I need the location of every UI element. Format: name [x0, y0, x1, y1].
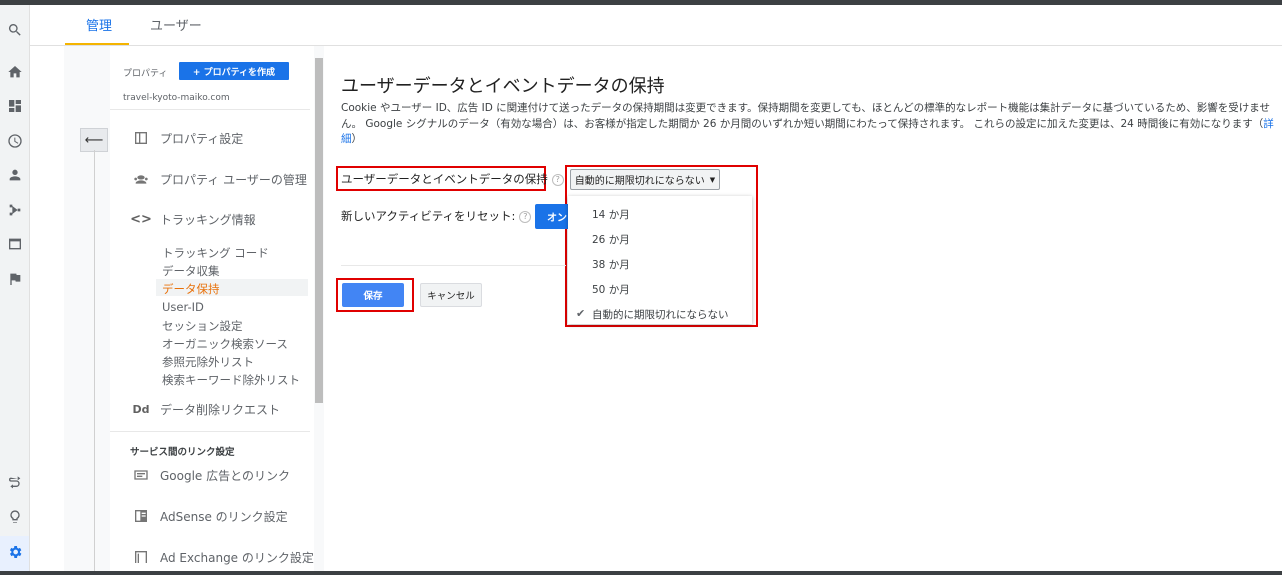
- behavior-icon[interactable]: [5, 234, 25, 254]
- data-deletion-icon: Dd: [132, 402, 150, 416]
- tab-users[interactable]: ユーザー: [150, 15, 202, 34]
- nav-divider: [94, 150, 95, 571]
- nav-data-deletion[interactable]: Dd データ削除リクエスト: [132, 400, 280, 418]
- retention-dropdown-value: 自動的に期限切れにならない: [574, 176, 705, 187]
- subnav-data-retention[interactable]: データ保持: [162, 281, 220, 297]
- subnav-data-collection[interactable]: データ収集: [162, 263, 220, 279]
- nav-item-label: Google 広告とのリンク: [160, 468, 291, 483]
- save-button[interactable]: 保存: [342, 283, 404, 307]
- property-label: プロパティ: [123, 69, 168, 79]
- nav-tracking-info[interactable]: <> トラッキング情報: [130, 210, 256, 228]
- option-never-expire[interactable]: 自動的に期限切れにならない: [592, 307, 729, 322]
- divider: [341, 265, 566, 266]
- search-icon[interactable]: [5, 20, 25, 40]
- bottom-bar: [0, 571, 1282, 575]
- lightbulb-icon[interactable]: [5, 507, 25, 527]
- nav-item-label: AdSense のリンク設定: [160, 509, 288, 524]
- help-icon[interactable]: ?: [519, 210, 532, 223]
- subnav-user-id[interactable]: User-ID: [162, 300, 204, 314]
- nav-property-user-management[interactable]: プロパティ ユーザーの管理: [132, 170, 307, 188]
- nav-item-label: Ad Exchange のリンク設定: [160, 550, 314, 565]
- property-nav-panel: [110, 46, 314, 571]
- create-property-button[interactable]: + プロパティを作成: [179, 62, 289, 80]
- customization-icon[interactable]: [5, 96, 25, 116]
- section-header: サービス間のリンク設定: [130, 447, 235, 458]
- retention-dropdown[interactable]: 自動的に期限切れにならない ▼: [570, 169, 720, 190]
- cancel-button[interactable]: キャンセル: [420, 283, 482, 307]
- reset-label-text: 新しいアクティビティをリセット:: [341, 209, 516, 223]
- caret-down-icon: ▼: [709, 175, 716, 184]
- ad-exchange-link-icon: [132, 548, 150, 566]
- nav-ad-exchange-link[interactable]: Ad Exchange のリンク設定: [132, 548, 314, 566]
- group-icon: [132, 170, 150, 188]
- nav-google-ads-link[interactable]: Google 広告とのリンク: [132, 466, 290, 484]
- clock-icon[interactable]: [5, 131, 25, 151]
- retention-dropdown-menu: 14 か月 26 か月 38 か月 50 か月 自動的に期限切れにならない: [568, 196, 752, 324]
- nav-adsense-link[interactable]: AdSense のリンク設定: [132, 507, 288, 525]
- page-description: Cookie やユーザー ID、広告 ID に関連付けて送ったデータの保持期間は…: [341, 102, 1274, 145]
- subnav-referral-exclusion[interactable]: 参照元除外リスト: [162, 354, 254, 370]
- reset-activity-label: 新しいアクティビティをリセット:?: [341, 208, 532, 224]
- option-38-months[interactable]: 38 か月: [592, 257, 630, 272]
- code-icon: <>: [130, 211, 152, 227]
- home-icon[interactable]: [5, 62, 25, 82]
- nav-property-settings[interactable]: プロパティ設定: [132, 129, 243, 147]
- arrow-left-icon: ⟵: [84, 132, 104, 148]
- reset-toggle[interactable]: オン: [535, 204, 569, 229]
- divider: [110, 431, 310, 432]
- checkmark-icon: ✔: [576, 307, 586, 320]
- nav-item-label: プロパティ設定: [160, 131, 244, 146]
- gear-icon[interactable]: [5, 542, 25, 562]
- nav-item-label: プロパティ ユーザーの管理: [160, 172, 307, 187]
- option-14-months[interactable]: 14 か月: [592, 207, 630, 222]
- active-tab-indicator: [65, 43, 129, 45]
- back-button[interactable]: ⟵: [80, 128, 108, 152]
- retention-label: ユーザーデータとイベントデータの保持?: [341, 171, 564, 187]
- retention-label-text: ユーザーデータとイベントデータの保持: [341, 172, 548, 186]
- subnav-tracking-code[interactable]: トラッキング コード: [162, 245, 269, 261]
- nav-item-label: トラッキング情報: [160, 212, 256, 227]
- option-26-months[interactable]: 26 か月: [592, 232, 630, 247]
- acquisition-icon[interactable]: [5, 200, 25, 220]
- description-text: Cookie やユーザー ID、広告 ID に関連付けて送ったデータの保持期間は…: [341, 102, 1270, 130]
- divider: [110, 109, 310, 110]
- flag-icon[interactable]: [5, 269, 25, 289]
- tab-admin[interactable]: 管理: [86, 15, 112, 34]
- page-title: ユーザーデータとイベントデータの保持: [341, 76, 665, 97]
- nav-item-label: データ削除リクエスト: [160, 402, 281, 417]
- help-icon[interactable]: ?: [551, 173, 564, 186]
- subnav-search-term-exclusion[interactable]: 検索キーワード除外リスト: [162, 372, 300, 388]
- adsense-link-icon: [132, 507, 150, 525]
- property-site: travel-kyoto-maiko.com: [123, 93, 230, 103]
- nav-scrollbar[interactable]: [315, 58, 323, 403]
- property-settings-icon: [132, 129, 150, 147]
- person-icon[interactable]: [5, 165, 25, 185]
- option-50-months[interactable]: 50 か月: [592, 282, 630, 297]
- attribution-icon[interactable]: [5, 473, 25, 493]
- google-ads-link-icon: [132, 466, 150, 484]
- admin-tabs: 管理 ユーザー: [29, 5, 1282, 46]
- subnav-session-settings[interactable]: セッション設定: [162, 318, 243, 334]
- subnav-organic-search-sources[interactable]: オーガニック検索ソース: [162, 336, 288, 352]
